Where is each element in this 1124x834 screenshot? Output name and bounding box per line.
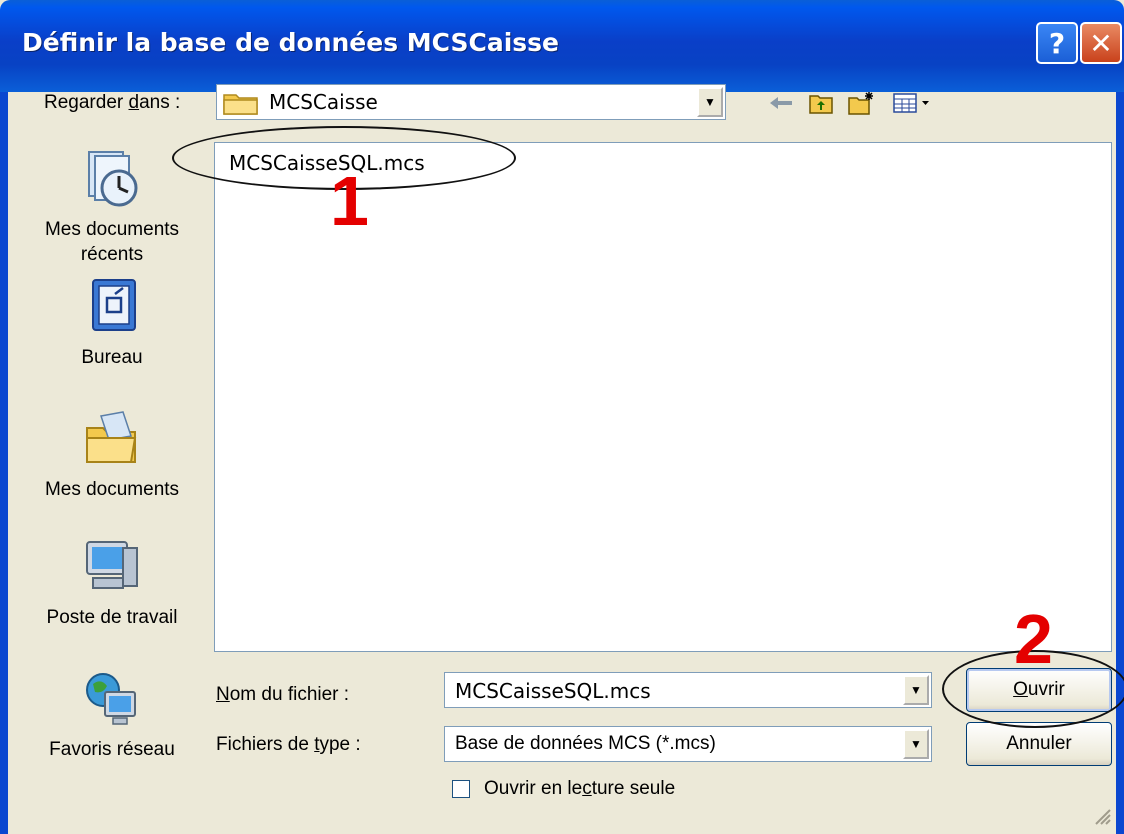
help-icon: ?: [1048, 26, 1066, 60]
chevron-down-icon: ▼: [910, 737, 922, 751]
window-frame-left: [0, 92, 8, 834]
annotation-number-2: 2: [1014, 600, 1053, 678]
place-label: Poste de travail: [46, 607, 178, 628]
filename-combo[interactable]: MCSCaisseSQL.mcs ▼: [444, 672, 932, 708]
resize-grip-icon[interactable]: [1092, 806, 1112, 826]
readonly-label: Ouvrir en lecture seule: [484, 778, 676, 799]
open-file-dialog: Définir la base de données MCSCaisse ? ✕…: [0, 0, 1124, 834]
title-bar[interactable]: Définir la base de données MCSCaisse ? ✕: [0, 0, 1124, 92]
new-folder-button[interactable]: [846, 90, 876, 116]
back-button[interactable]: [766, 90, 796, 116]
place-label: Mes documents récents: [44, 219, 180, 265]
folder-icon: [223, 94, 258, 115]
close-icon: ✕: [1089, 26, 1113, 60]
back-icon: [770, 97, 792, 109]
place-label: Mes documents: [44, 479, 180, 500]
place-label: Favoris réseau: [49, 739, 175, 760]
cancel-button[interactable]: Annuler: [966, 722, 1112, 766]
filename-input[interactable]: MCSCaisseSQL.mcs: [455, 679, 651, 703]
chevron-down-icon: ▼: [704, 95, 716, 109]
desktop-icon: [92, 279, 136, 331]
readonly-checkbox[interactable]: [452, 780, 470, 798]
look-in-dropdown-button[interactable]: ▼: [697, 87, 723, 117]
place-my-computer[interactable]: Poste de travail: [26, 536, 198, 630]
window-frame-right: [1116, 92, 1124, 834]
place-my-documents[interactable]: Mes documents: [26, 408, 198, 502]
chevron-down-icon: ▼: [910, 683, 922, 697]
view-menu-icon: [893, 93, 929, 113]
close-button[interactable]: ✕: [1080, 22, 1122, 64]
filename-label: Nom du fichier :: [216, 684, 350, 705]
network-places-icon: [86, 673, 136, 725]
place-network-places[interactable]: Favoris réseau: [26, 668, 198, 762]
up-folder-icon: [809, 95, 833, 114]
window-title: Définir la base de données MCSCaisse: [22, 28, 559, 57]
view-menu-button[interactable]: [890, 90, 934, 116]
recent-documents-icon: [88, 151, 138, 207]
look-in-value: MCSCaisse: [269, 90, 378, 114]
new-folder-icon: [848, 92, 873, 115]
look-in-label: Regarder dans :: [44, 92, 181, 113]
up-folder-button[interactable]: [806, 90, 836, 116]
filetype-value: Base de données MCS (*.mcs): [455, 733, 716, 754]
annotation-number-1: 1: [330, 162, 369, 240]
place-label: Bureau: [81, 347, 143, 368]
look-in-combo[interactable]: MCSCaisse ▼: [216, 84, 726, 120]
place-desktop[interactable]: Bureau: [26, 276, 198, 370]
my-documents-icon: [86, 411, 137, 463]
filetype-label: Fichiers de type :: [216, 734, 361, 755]
place-recent-documents[interactable]: Mes documents récents: [26, 148, 198, 267]
filetype-dropdown-button[interactable]: ▼: [903, 729, 929, 759]
my-computer-icon: [86, 541, 138, 589]
help-button[interactable]: ?: [1036, 22, 1078, 64]
filetype-combo[interactable]: Base de données MCS (*.mcs) ▼: [444, 726, 932, 762]
filename-dropdown-button[interactable]: ▼: [903, 675, 929, 705]
